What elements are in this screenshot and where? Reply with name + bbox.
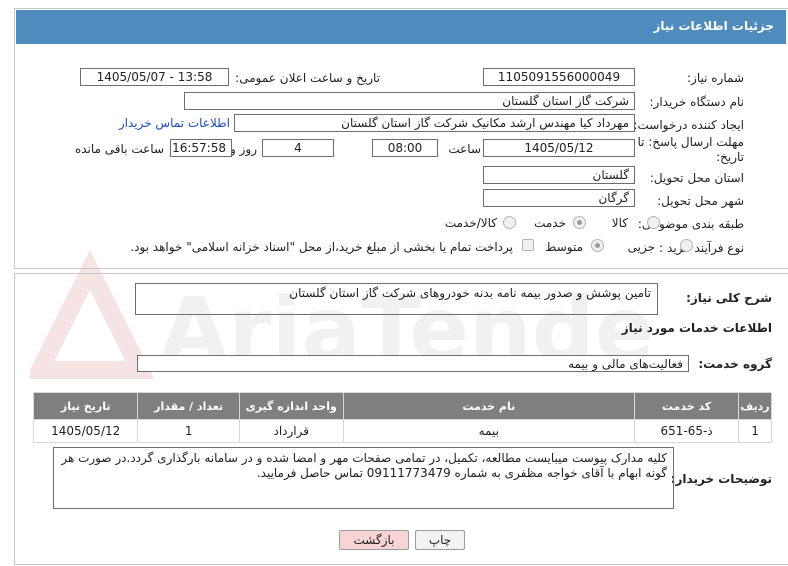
need-number-field[interactable]: 1105091556000049 <box>483 68 635 86</box>
process-radio-minor[interactable] <box>680 239 693 252</box>
buyer-org-field[interactable]: شرکت گاز استان گلستان <box>184 92 635 110</box>
services-table-header: ردیف کد خدمت نام خدمت واحد اندازه گیری ت… <box>32 392 772 420</box>
city-field[interactable]: گرگان <box>483 189 635 207</box>
process-option-medium: متوسط <box>545 240 583 254</box>
col-row: ردیف <box>738 392 772 420</box>
deadline-time-field[interactable]: 08:00 <box>372 139 438 157</box>
panel-title-bar: جزئیات اطلاعات نیاز <box>16 10 786 44</box>
process-option-minor: جزیی <box>627 240 655 254</box>
col-service-code: کد خدمت <box>634 392 740 420</box>
services-info-title: اطلاعات خدمات مورد نیاز <box>621 321 772 335</box>
print-button[interactable]: چاپ <box>415 530 465 550</box>
cell-service-code: ذ-65-651 <box>634 419 740 443</box>
buyer-notes-text: کلیه مدارک پیوست میبایست مطالعه، تکمیل، … <box>61 451 667 480</box>
category-radio-service[interactable] <box>573 216 586 229</box>
province-field[interactable]: گلستان <box>483 166 635 184</box>
process-label: نوع فرآیند خرید : <box>659 241 744 255</box>
category-radio-goods-service[interactable] <box>503 216 516 229</box>
deadline-label-date: تاریخ: <box>716 150 744 164</box>
process-radio-medium[interactable] <box>591 239 604 252</box>
buyer-contact-link[interactable]: اطلاعات تماس خریدار <box>119 116 230 130</box>
service-group-label: گروه خدمت: <box>698 357 772 371</box>
cell-need-date: 1405/05/12 <box>32 419 139 443</box>
col-quantity: تعداد / مقدار <box>137 392 240 420</box>
services-table: ردیف کد خدمت نام خدمت واحد اندازه گیری ت… <box>32 392 772 443</box>
category-option-service: خدمت <box>534 216 566 230</box>
announce-field[interactable]: 1405/05/07 - 13:58 <box>80 68 229 86</box>
back-button[interactable]: بازگشت <box>339 530 409 550</box>
days-label: روز و <box>230 142 257 156</box>
category-option-goods-service: کالا/خدمت <box>444 216 497 230</box>
buyer-org-label: نام دستگاه خریدار: <box>649 95 745 109</box>
buyer-notes-field[interactable]: کلیه مدارک پیوست میبایست مطالعه، تکمیل، … <box>53 447 674 509</box>
need-number-label: شماره نیاز: <box>687 71 744 85</box>
category-radio-goods[interactable] <box>647 216 660 229</box>
description-label: شرح کلی نیاز: <box>686 291 772 305</box>
cell-row: 1 <box>738 419 772 443</box>
deadline-date-field[interactable]: 1405/05/12 <box>483 139 635 157</box>
treasury-note: پرداخت تمام یا بخشی از مبلغ خرید،از محل … <box>130 240 513 254</box>
remaining-time-label: ساعت باقی مانده <box>74 142 164 156</box>
announce-label: تاریخ و ساعت اعلان عمومی: <box>235 71 380 85</box>
table-row[interactable]: 1 ذ-65-651 بیمه قرارداد 1 1405/05/12 <box>32 419 772 443</box>
remaining-time-field[interactable]: 16:57:58 <box>170 139 232 157</box>
category-option-goods: کالا <box>611 216 628 230</box>
requester-label: ایجاد کننده درخواست: <box>633 118 744 132</box>
treasury-checkbox[interactable] <box>522 239 534 251</box>
col-unit: واحد اندازه گیری <box>238 392 344 420</box>
requester-field[interactable]: مهرداد کیا مهندس ارشد مکانیک شرکت گاز اس… <box>234 114 635 132</box>
buyer-notes-label: توضیحات خریدار: <box>670 472 772 486</box>
panel-title: جزئیات اطلاعات نیاز <box>653 19 774 33</box>
deadline-time-label: ساعت <box>448 142 481 156</box>
province-label: استان محل تحویل: <box>649 171 744 185</box>
cell-quantity: 1 <box>137 419 240 443</box>
days-remaining-field[interactable]: 4 <box>262 139 334 157</box>
description-field[interactable]: تامین پوشش و صدور بیمه نامه بدنه خودروها… <box>135 283 658 315</box>
cell-service-name: بیمه <box>342 419 636 443</box>
description-text: تامین پوشش و صدور بیمه نامه بدنه خودروها… <box>289 286 651 300</box>
deadline-label: مهلت ارسال پاسخ: تا <box>637 135 744 149</box>
col-service-name: نام خدمت <box>342 392 636 420</box>
col-need-date: تاریخ نیاز <box>32 392 139 420</box>
service-group-field[interactable]: فعالیت‌های مالی و بیمه <box>137 355 689 372</box>
city-label: شهر محل تحویل: <box>657 194 744 208</box>
cell-unit: قرارداد <box>238 419 344 443</box>
